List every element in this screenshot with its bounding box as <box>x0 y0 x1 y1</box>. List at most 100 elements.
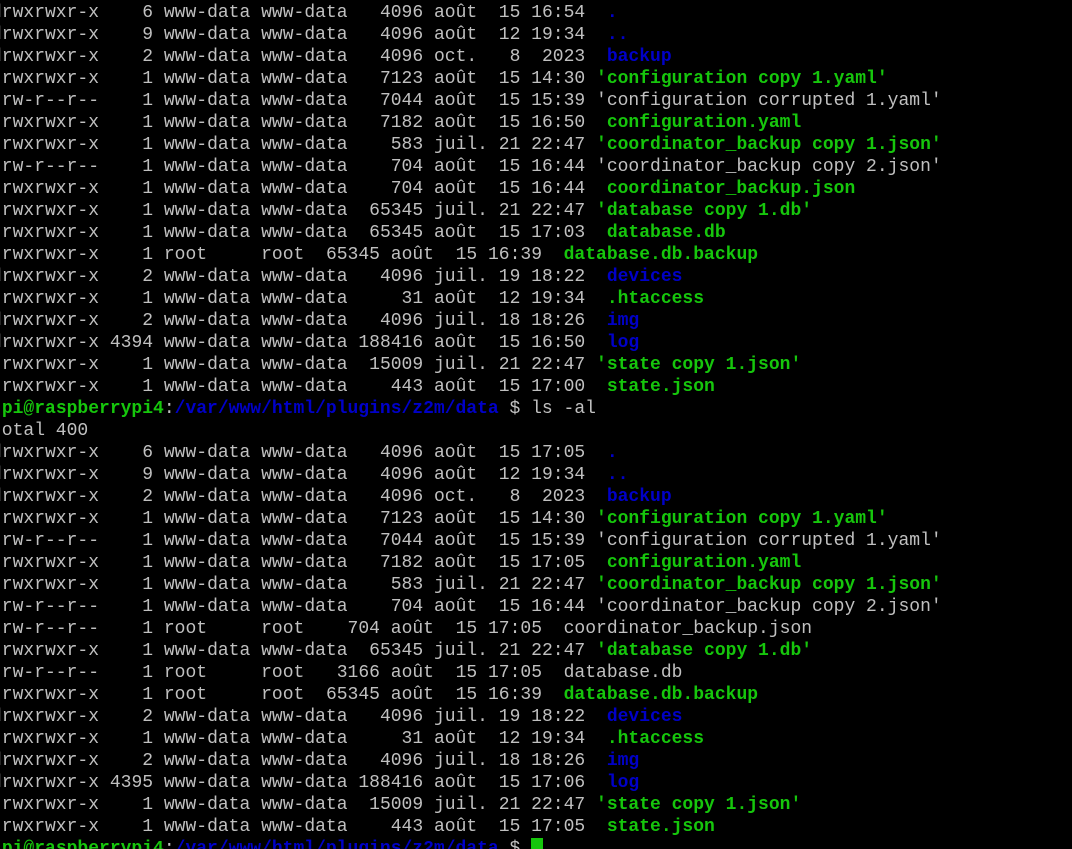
listing-row: -rwxrwxr-x 1 www-data www-data 65345 aoû… <box>0 222 942 244</box>
file-name: coordinator_backup.json <box>563 619 813 639</box>
permissions: -rw-r--r-- <box>0 91 100 111</box>
modified-date: août 15 15:39 <box>433 531 586 551</box>
permissions: drwxrwxr-x <box>0 465 100 485</box>
group: www-data <box>261 311 348 331</box>
group: www-data <box>261 157 348 177</box>
link-count: 1 <box>142 289 154 309</box>
group: www-data <box>261 487 348 507</box>
total-line: total 400 <box>0 421 89 441</box>
owner: www-data <box>163 47 251 67</box>
modified-date: août 15 16:44 <box>433 157 586 177</box>
modified-date: oct. 8 2023 <box>433 487 586 507</box>
shell-prompt: pi@raspberrypi4:/var/www/html/plugins/z2… <box>0 838 942 849</box>
permissions: drwxrwxr-x <box>0 773 100 793</box>
file-size: 65345 <box>325 245 380 265</box>
listing-row: -rwxrwxr-x 1 www-data www-data 443 août … <box>0 376 942 398</box>
file-name: 'coordinator_backup copy 2.json' <box>596 157 942 177</box>
owner: root <box>163 619 208 639</box>
listing-row: drwxrwxr-x 6 www-data www-data 4096 août… <box>0 2 942 24</box>
directory-name: . <box>606 443 618 463</box>
link-count: 2 <box>142 267 154 287</box>
owner: www-data <box>163 707 251 727</box>
file-size: 4096 <box>379 465 424 485</box>
owner: root <box>163 685 208 705</box>
owner: www-data <box>163 157 251 177</box>
file-size: 704 <box>390 179 424 199</box>
owner: www-data <box>163 465 251 485</box>
group: www-data <box>261 575 348 595</box>
file-size: 4096 <box>379 47 424 67</box>
listing-row: -rwxrwxr-x 1 www-data www-data 65345 jui… <box>0 640 942 662</box>
link-count: 1 <box>142 113 154 133</box>
listing-row: drwxrwxr-x 2 www-data www-data 4096 juil… <box>0 750 942 772</box>
file-size: 7182 <box>379 553 424 573</box>
prompt-path: /var/www/html/plugins/z2m/data <box>174 399 499 419</box>
file-size: 4096 <box>379 443 424 463</box>
owner: www-data <box>163 641 251 661</box>
link-count: 1 <box>142 135 154 155</box>
modified-date: juil. 21 22:47 <box>433 135 586 155</box>
directory-name: img <box>606 751 640 771</box>
link-count: 2 <box>142 707 154 727</box>
owner: www-data <box>163 3 251 23</box>
directory-name: devices <box>606 267 683 287</box>
group: root <box>261 663 305 683</box>
group: www-data <box>261 289 348 309</box>
owner: www-data <box>163 201 251 221</box>
listing-row: -rwxrwxr-x 1 root root 65345 août 15 16:… <box>0 684 942 706</box>
owner: www-data <box>163 113 251 133</box>
modified-date: août 15 17:05 <box>390 663 542 683</box>
prompt-user-host: pi@raspberrypi4 <box>1 399 164 419</box>
prompt-symbol: $ <box>498 399 532 419</box>
directory-name: log <box>606 773 640 793</box>
owner: www-data <box>163 333 251 353</box>
prompt-separator: : <box>163 839 175 849</box>
owner: www-data <box>163 795 251 815</box>
file-size: 188416 <box>358 773 424 793</box>
file-size: 4096 <box>379 267 424 287</box>
owner: www-data <box>163 553 251 573</box>
link-count: 1 <box>142 91 154 111</box>
output-text: total 400 <box>0 420 942 442</box>
listing-row: -rwxrwxr-x 1 www-data www-data 583 juil.… <box>0 574 942 596</box>
permissions: -rwxrwxr-x <box>0 553 100 573</box>
listing-row: -rwxrwxr-x 1 www-data www-data 31 août 1… <box>0 728 942 750</box>
group: www-data <box>261 69 348 89</box>
directory-name: devices <box>606 707 683 727</box>
link-count: 1 <box>142 531 154 551</box>
owner: www-data <box>163 487 251 507</box>
executable-name: configuration.yaml <box>606 553 802 573</box>
terminal-window[interactable]: drwxrwxr-x 6 www-data www-data 4096 août… <box>0 0 1072 849</box>
permissions: -rwxrwxr-x <box>0 289 100 309</box>
listing-row: -rwxrwxr-x 1 root root 65345 août 15 16:… <box>0 244 942 266</box>
directory-name: .. <box>606 25 629 45</box>
file-size: 583 <box>390 575 424 595</box>
executable-name: state.json <box>606 377 715 397</box>
owner: root <box>163 663 208 683</box>
directory-name: .. <box>606 465 629 485</box>
owner: www-data <box>163 751 251 771</box>
modified-date: août 12 19:34 <box>433 289 586 309</box>
modified-date: juil. 18 18:26 <box>433 311 586 331</box>
listing-row: drwxrwxr-x 6 www-data www-data 4096 août… <box>0 442 942 464</box>
modified-date: août 15 17:03 <box>433 223 586 243</box>
modified-date: août 15 17:05 <box>390 619 542 639</box>
executable-name: 'database copy 1.db' <box>596 641 813 661</box>
permissions: -rwxrwxr-x <box>0 817 100 837</box>
file-size: 4096 <box>379 707 424 727</box>
permissions: drwxrwxr-x <box>0 707 100 727</box>
link-count: 2 <box>142 47 154 67</box>
listing-row: drwxrwxr-x 9 www-data www-data 4096 août… <box>0 24 942 46</box>
directory-name: backup <box>606 487 672 507</box>
listing-row: drwxrwxr-x 2 www-data www-data 4096 oct.… <box>0 486 942 508</box>
owner: www-data <box>163 443 251 463</box>
file-name: 'configuration corrupted 1.yaml' <box>596 91 942 111</box>
listing-row: -rwxrwxr-x 1 www-data www-data 7123 août… <box>0 68 942 90</box>
executable-name: .htaccess <box>606 289 705 309</box>
directory-name: log <box>606 333 640 353</box>
link-count: 1 <box>142 245 154 265</box>
modified-date: août 15 17:05 <box>433 443 586 463</box>
owner: www-data <box>163 355 251 375</box>
group: www-data <box>261 531 348 551</box>
listing-row: -rwxrwxr-x 1 www-data www-data 7182 août… <box>0 112 942 134</box>
